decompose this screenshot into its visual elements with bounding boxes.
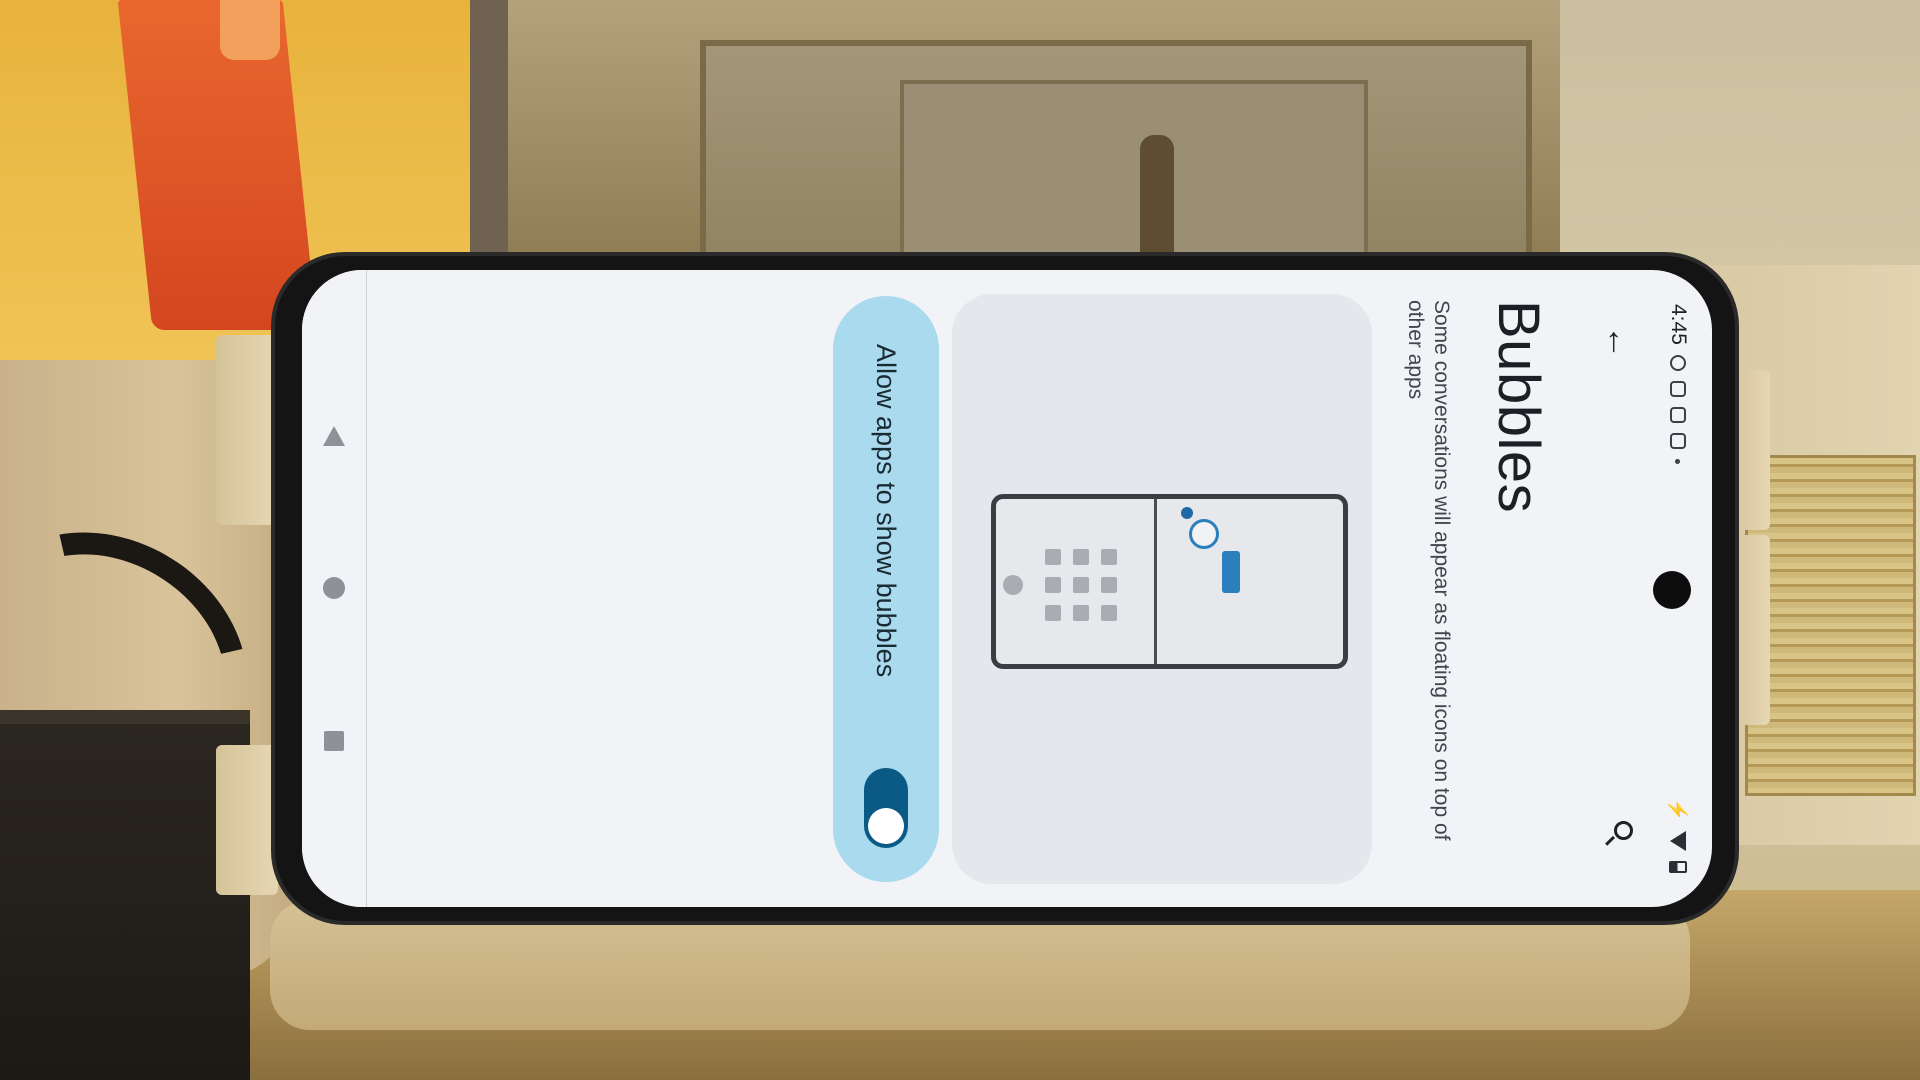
allow-bubbles-switch[interactable] <box>864 768 908 848</box>
front-camera <box>1653 571 1691 609</box>
illustration-divider <box>1154 499 1157 664</box>
illustration-home-dot <box>1003 575 1023 595</box>
back-button[interactable]: ← <box>1595 318 1643 366</box>
wifi-icon <box>1670 831 1686 851</box>
background-figure <box>1140 135 1174 260</box>
app-bar: ← <box>1584 270 1654 907</box>
navigation-bar <box>302 270 367 907</box>
search-button[interactable] <box>1595 811 1643 859</box>
illustration-app-grid <box>1045 549 1117 621</box>
allow-bubbles-toggle-row[interactable]: Allow apps to show bubbles <box>833 296 939 882</box>
allow-bubbles-label: Allow apps to show bubbles <box>871 344 902 678</box>
bubbles-illustration <box>952 294 1372 884</box>
status-image-icon <box>1670 380 1686 397</box>
phone-clip-left-bottom <box>216 745 278 895</box>
page-title: Bubbles <box>1486 300 1551 514</box>
illustration-bubble-bar <box>1222 551 1240 593</box>
phone-clip-right-bottom <box>1730 535 1770 725</box>
status-clipboard-icon <box>1670 406 1686 423</box>
vibrate-off-icon: ⚡ <box>1668 798 1689 821</box>
background-corridor-far <box>900 80 1368 258</box>
status-app-icon <box>1670 432 1686 449</box>
background-red-bag <box>117 0 318 330</box>
background-red-bag-tag <box>220 0 280 60</box>
phone-clip-left-top <box>216 335 278 525</box>
illustration-badge-dot <box>1181 507 1193 519</box>
phone-screen: 4:45 ⚡ ← Bubbles Some conversations will… <box>302 270 1712 907</box>
phone-clip-right-top <box>1730 370 1770 530</box>
status-right: ⚡ <box>1668 799 1689 873</box>
status-time: 4:45 <box>1667 304 1690 345</box>
status-sync-icon <box>1670 354 1686 371</box>
illustration-bubble-icon <box>1189 519 1219 549</box>
battery-icon <box>1669 861 1687 873</box>
status-left: 4:45 <box>1666 304 1690 464</box>
background-pipe <box>470 0 508 300</box>
background-label-sticker <box>1745 455 1916 796</box>
illustration-phone-frame <box>991 494 1348 669</box>
search-icon <box>1605 821 1633 849</box>
nav-back-icon[interactable] <box>323 425 345 446</box>
nav-recents-icon[interactable] <box>324 731 344 752</box>
page-description: Some conversations will appear as floati… <box>1404 300 1453 841</box>
status-more-dot-icon <box>1675 458 1681 464</box>
screen-content: 4:45 ⚡ ← Bubbles Some conversations will… <box>302 270 1712 907</box>
arrow-left-icon: ← <box>1600 325 1639 359</box>
switch-knob <box>868 808 904 844</box>
background-black-box <box>0 710 250 1080</box>
nav-home-icon[interactable] <box>323 577 345 600</box>
